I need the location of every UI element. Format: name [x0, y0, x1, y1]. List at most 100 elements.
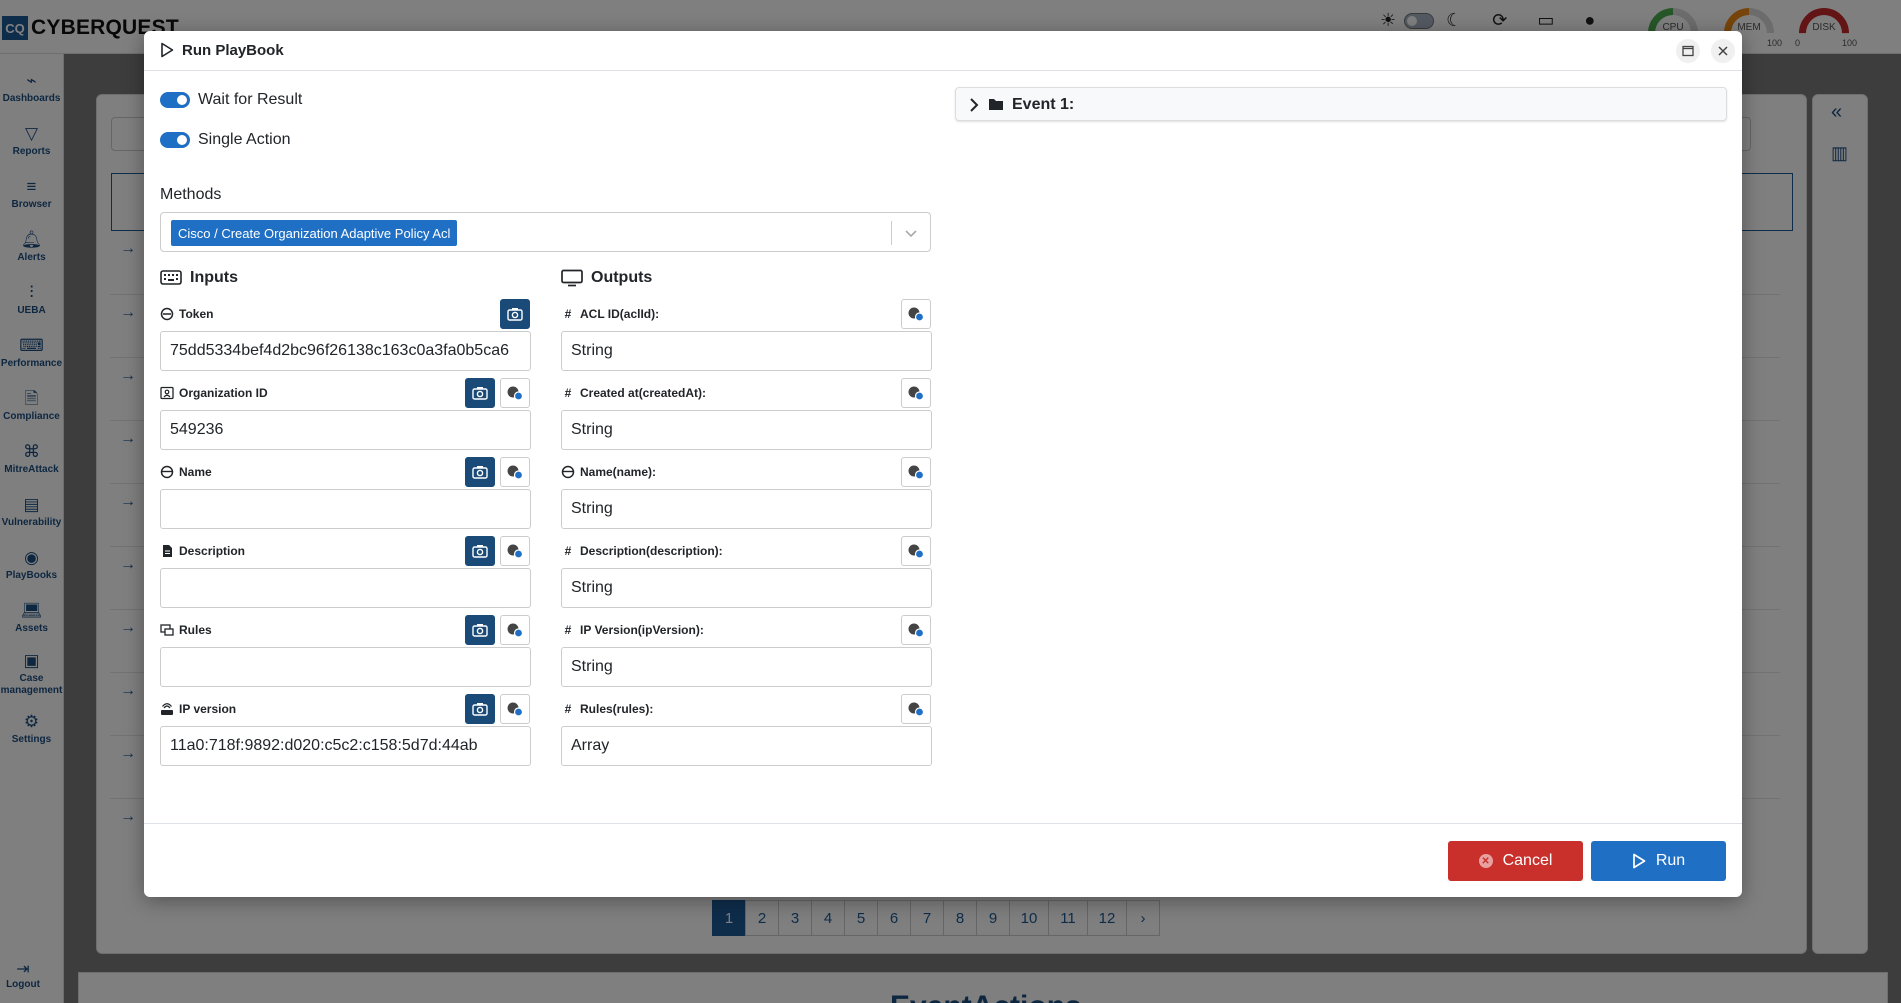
rules-input[interactable] [160, 647, 531, 687]
close-icon [1718, 46, 1728, 56]
modal-title: Run PlayBook [182, 42, 284, 59]
output-name-label: Name(name): [561, 465, 656, 479]
event-1-title: Event 1: [1012, 96, 1075, 113]
output-ip-version-link-button[interactable] [901, 615, 931, 645]
single-action-toggle-row[interactable]: Single Action [160, 131, 291, 149]
description-input[interactable] [160, 568, 531, 608]
person-badge-icon [160, 386, 174, 400]
token-input[interactable]: 75dd5334bef4d2bc96f26138c163c0a3fa0b5ca6 [160, 331, 531, 371]
modal-header: Run PlayBook [144, 31, 1742, 71]
event-1-panel[interactable]: Event 1: [955, 87, 1727, 121]
close-button[interactable] [1711, 39, 1735, 63]
smile-icon [561, 465, 575, 479]
maximize-button[interactable] [1676, 39, 1700, 63]
output-acl-id-label: # ACL ID(aclId): [561, 307, 659, 321]
cancel-circle-icon: ✕ [1478, 854, 1493, 868]
variable-link-icon [908, 702, 925, 717]
maximize-icon [1682, 45, 1694, 57]
selected-method-tag[interactable]: Cisco / Create Organization Adaptive Pol… [171, 220, 458, 246]
wait-for-result-label: Wait for Result [198, 91, 303, 108]
output-ip-version-input[interactable]: String [561, 647, 932, 687]
wait-for-result-switch[interactable] [160, 92, 190, 108]
variable-link-icon [908, 623, 925, 638]
output-created-at-input[interactable]: String [561, 410, 932, 450]
hash-icon: # [564, 386, 572, 400]
description-link-button[interactable] [500, 536, 530, 566]
organization-id-label: Organization ID [160, 386, 268, 400]
output-rules-link-button[interactable] [901, 694, 931, 724]
file-icon [163, 545, 172, 557]
monitor-icon [561, 269, 583, 287]
ip-version-input[interactable]: 11a0:718f:9892:d020:c5c2:c158:5d7d:44ab [160, 726, 531, 766]
output-rules-input[interactable]: Array [561, 726, 932, 766]
ip-version-label: IP version [160, 702, 236, 716]
camera-icon [472, 387, 488, 400]
keyboard-icon [160, 270, 182, 285]
output-description-link-button[interactable] [901, 536, 931, 566]
play-icon [161, 42, 174, 58]
run-playbook-modal: Run PlayBook Wait for Result Single Acti… [144, 31, 1742, 897]
name-camera-button[interactable] [465, 457, 495, 487]
rules-camera-button[interactable] [465, 615, 495, 645]
methods-select[interactable]: Cisco / Create Organization Adaptive Pol… [160, 212, 931, 252]
chevron-down-icon[interactable] [902, 221, 920, 245]
description-label: Description [160, 544, 245, 558]
output-created-at-link-button[interactable] [901, 378, 931, 408]
name-link-button[interactable] [500, 457, 530, 487]
rules-label: Rules [160, 623, 212, 637]
inputs-section-title: Inputs [160, 269, 238, 287]
output-name-link-button[interactable] [901, 457, 931, 487]
variable-link-icon [507, 702, 524, 717]
rules-link-button[interactable] [500, 615, 530, 645]
name-label: Name [160, 465, 212, 479]
cancel-button[interactable]: ✕ Cancel [1448, 841, 1583, 881]
run-button-label: Run [1655, 852, 1686, 869]
camera-icon [472, 466, 488, 479]
camera-icon [472, 703, 488, 716]
methods-label: Methods [160, 186, 222, 203]
description-camera-button[interactable] [465, 536, 495, 566]
variable-link-icon [507, 386, 524, 401]
single-action-switch[interactable] [160, 132, 190, 148]
chevron-right-icon[interactable] [968, 97, 980, 113]
play-icon [1632, 853, 1646, 869]
variable-link-icon [908, 386, 925, 401]
modal-footer-divider [144, 823, 1742, 824]
run-button[interactable]: Run [1591, 841, 1726, 881]
output-description-input[interactable]: String [561, 568, 932, 608]
output-rules-label: # Rules(rules): [561, 702, 654, 716]
folder-icon [989, 99, 1003, 110]
output-acl-id-link-button[interactable] [901, 299, 931, 329]
variable-link-icon [507, 544, 524, 559]
output-name-input[interactable]: String [561, 489, 932, 529]
smile-icon [160, 465, 174, 479]
organization-id-input[interactable]: 549236 [160, 410, 531, 450]
hash-icon: # [564, 702, 572, 716]
hash-icon: # [564, 307, 572, 321]
router-icon [161, 703, 173, 715]
ip-version-camera-button[interactable] [465, 694, 495, 724]
rules-icon [160, 624, 174, 636]
badge-icon [160, 307, 174, 321]
variable-link-icon [507, 623, 524, 638]
token-camera-button[interactable] [500, 299, 530, 329]
organization-id-link-button[interactable] [500, 378, 530, 408]
cancel-button-label: Cancel [1502, 852, 1553, 869]
inputs-title: Inputs [190, 269, 238, 286]
variable-link-icon [908, 465, 925, 480]
output-created-at-label: # Created at(createdAt): [561, 386, 706, 400]
ip-version-link-button[interactable] [500, 694, 530, 724]
outputs-section-title: Outputs [561, 269, 652, 287]
hash-icon: # [564, 623, 572, 637]
hash-icon: # [564, 544, 572, 558]
variable-link-icon [908, 544, 925, 559]
output-ip-version-label: # IP Version(ipVersion): [561, 623, 704, 637]
variable-link-icon [908, 307, 925, 322]
camera-icon [507, 308, 523, 321]
organization-id-camera-button[interactable] [465, 378, 495, 408]
output-description-label: # Description(description): [561, 544, 723, 558]
name-input[interactable] [160, 489, 531, 529]
wait-for-result-toggle-row[interactable]: Wait for Result [160, 91, 302, 109]
variable-link-icon [507, 465, 524, 480]
output-acl-id-input[interactable]: String [561, 331, 932, 371]
